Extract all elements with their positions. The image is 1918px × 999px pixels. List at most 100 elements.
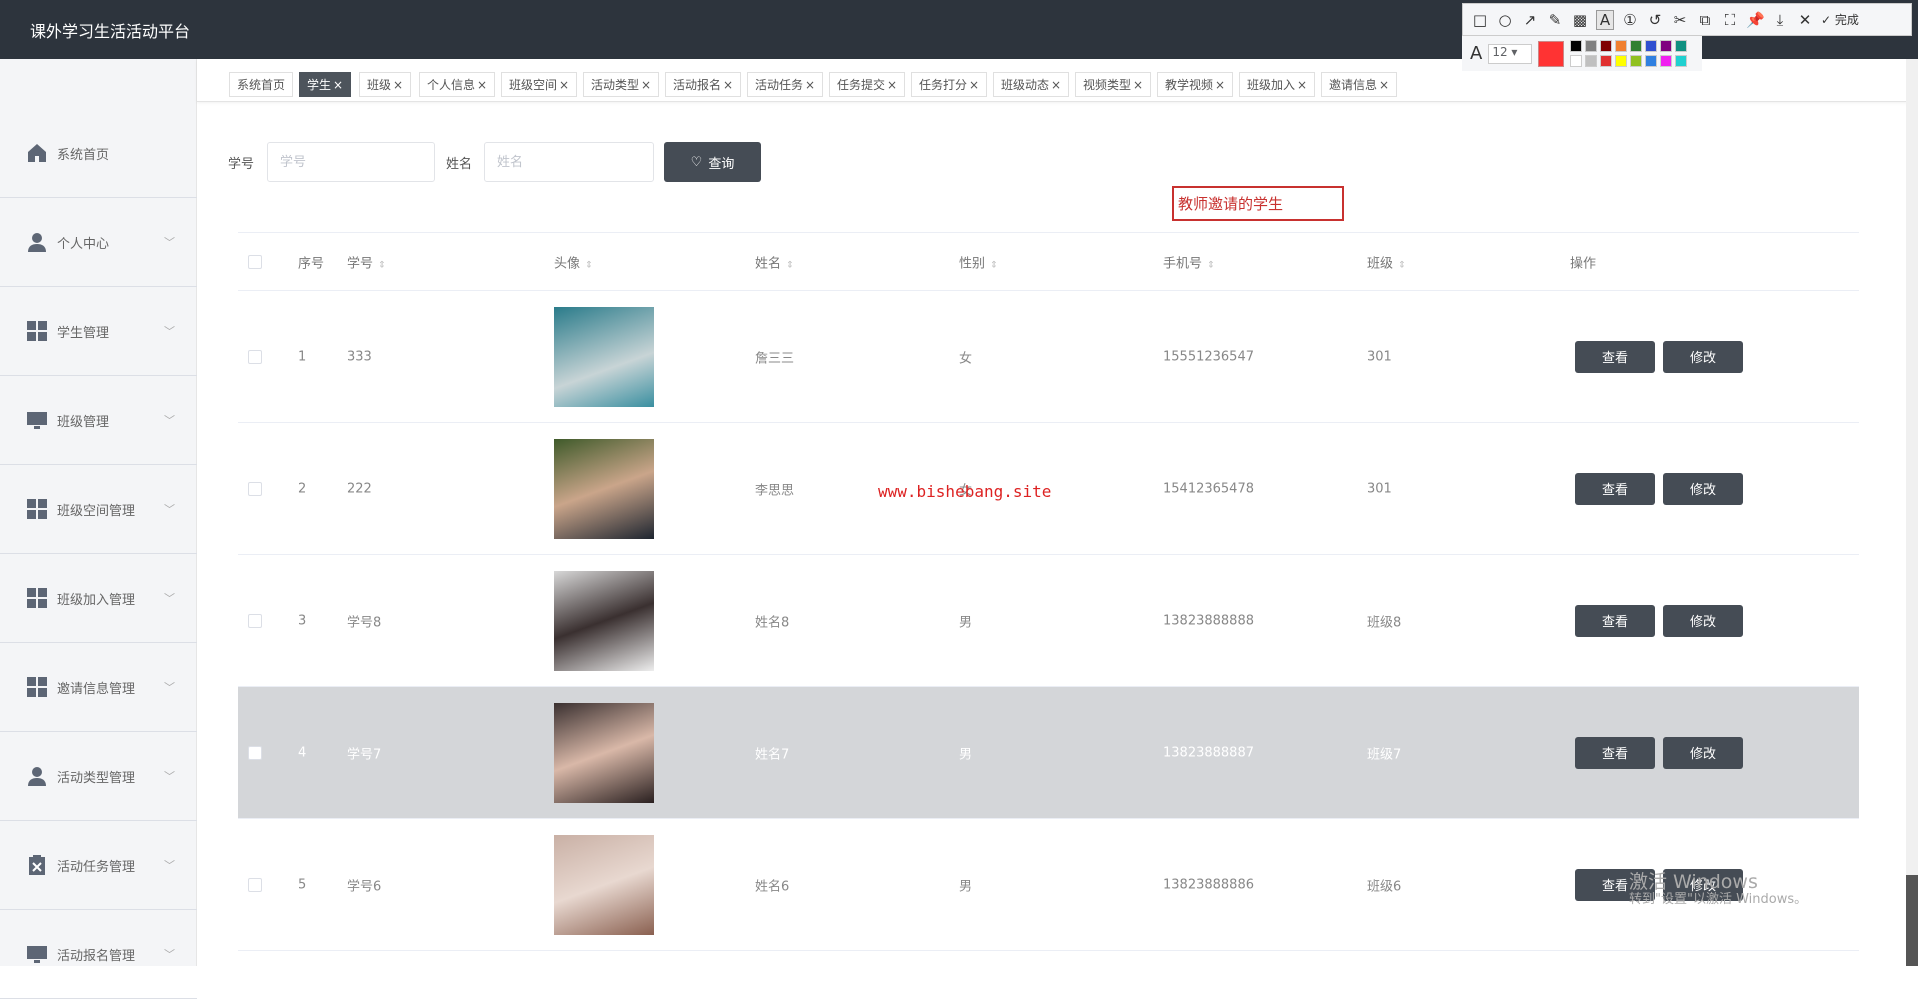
- row-checkbox[interactable]: [248, 613, 262, 628]
- edit-button[interactable]: 修改: [1663, 340, 1743, 373]
- sidebar-item[interactable]: 个人中心 ﹀: [0, 198, 197, 287]
- col-gender[interactable]: 性别 ⇕: [959, 252, 998, 271]
- color-swatch[interactable]: [1630, 55, 1643, 67]
- text-tool-icon[interactable]: A: [1596, 9, 1614, 30]
- name-input[interactable]: [484, 142, 654, 182]
- tab-item[interactable]: 学生 ×: [299, 72, 352, 97]
- tab-item[interactable]: 任务打分 ×: [911, 72, 988, 97]
- undo-icon[interactable]: ↺: [1646, 11, 1664, 29]
- table-row[interactable]: 3 学号8 姓名8 男 13823888888 班级8 查看 修改: [238, 555, 1859, 687]
- table-row[interactable]: 5 学号6 姓名6 男 13823888886 班级6 查看 修改: [238, 819, 1859, 951]
- view-button[interactable]: 查看: [1575, 472, 1655, 505]
- font-size-select[interactable]: 12 ▾: [1488, 43, 1533, 64]
- color-swatch[interactable]: [1585, 55, 1598, 67]
- color-swatch[interactable]: [1675, 55, 1688, 67]
- sidebar-item[interactable]: 学生管理 ﹀: [0, 287, 197, 376]
- close-icon[interactable]: ×: [1133, 78, 1143, 92]
- search-button[interactable]: ♡ 查询: [664, 142, 761, 182]
- color-swatch[interactable]: [1600, 55, 1613, 67]
- annotation-text-box[interactable]: 教师邀请的学生: [1172, 186, 1344, 221]
- color-swatch[interactable]: [1660, 40, 1673, 52]
- tab-item[interactable]: 教学视频 ×: [1157, 72, 1234, 97]
- current-color-swatch[interactable]: [1538, 40, 1565, 67]
- sidebar-item[interactable]: 系统首页: [0, 109, 197, 198]
- sidebar-item[interactable]: 班级加入管理 ﹀: [0, 554, 197, 643]
- close-icon[interactable]: ✕: [1796, 11, 1814, 29]
- tab-item[interactable]: 班级空间 ×: [501, 72, 578, 97]
- tab-item[interactable]: 视频类型 ×: [1075, 72, 1152, 97]
- col-name[interactable]: 姓名 ⇕: [755, 252, 794, 271]
- ocr-icon[interactable]: ⛶: [1721, 11, 1739, 29]
- tab-item[interactable]: 活动类型 ×: [583, 72, 660, 97]
- edit-button[interactable]: 修改: [1663, 472, 1743, 505]
- sidebar-item[interactable]: 活动任务管理 ﹀: [0, 821, 197, 910]
- rectangle-tool-icon[interactable]: □: [1471, 11, 1489, 29]
- color-swatch[interactable]: [1630, 40, 1643, 52]
- tab-item[interactable]: 个人信息 ×: [419, 72, 496, 97]
- sidebar-item[interactable]: 班级空间管理 ﹀: [0, 465, 197, 554]
- tab-item[interactable]: 系统首页: [229, 72, 294, 97]
- select-all-checkbox[interactable]: [248, 254, 262, 269]
- close-icon[interactable]: ×: [1215, 78, 1225, 92]
- sidebar-item[interactable]: 活动类型管理 ﹀: [0, 732, 197, 821]
- color-swatch[interactable]: [1645, 55, 1658, 67]
- col-phone[interactable]: 手机号 ⇕: [1163, 252, 1215, 271]
- row-checkbox[interactable]: [248, 349, 262, 364]
- sidebar-item[interactable]: 活动报名管理 ﹀: [0, 910, 197, 999]
- row-checkbox[interactable]: [248, 877, 262, 892]
- tab-item[interactable]: 邀请信息 ×: [1321, 72, 1398, 97]
- pin-icon[interactable]: 📌: [1746, 11, 1765, 29]
- close-icon[interactable]: ×: [641, 78, 651, 92]
- sidebar-item[interactable]: 班级管理 ﹀: [0, 376, 197, 465]
- number-tool-icon[interactable]: ①: [1621, 11, 1639, 29]
- table-row[interactable]: 4 学号7 姓名7 男 13823888887 班级7 查看 修改: [238, 687, 1859, 819]
- pencil-tool-icon[interactable]: ✎: [1546, 11, 1564, 29]
- view-button[interactable]: 查看: [1575, 604, 1655, 637]
- tab-item[interactable]: 班级动态 ×: [993, 72, 1070, 97]
- done-button[interactable]: ✓ 完成: [1821, 11, 1859, 28]
- color-swatch[interactable]: [1600, 40, 1613, 52]
- download-icon[interactable]: ⤓: [1771, 11, 1789, 29]
- tab-item[interactable]: 班级加入 ×: [1239, 72, 1316, 97]
- close-icon[interactable]: ×: [723, 78, 733, 92]
- color-swatch[interactable]: [1570, 55, 1583, 67]
- close-icon[interactable]: ×: [805, 78, 815, 92]
- close-icon[interactable]: ×: [559, 78, 569, 92]
- close-icon[interactable]: ×: [887, 78, 897, 92]
- close-icon[interactable]: ×: [393, 78, 403, 92]
- mosaic-tool-icon[interactable]: ▩: [1571, 11, 1589, 29]
- edit-button[interactable]: 修改: [1663, 736, 1743, 769]
- vertical-scrollbar[interactable]: [1906, 59, 1918, 966]
- row-checkbox[interactable]: [248, 745, 262, 760]
- tab-item[interactable]: 活动报名 ×: [665, 72, 742, 97]
- close-icon[interactable]: ×: [969, 78, 979, 92]
- color-swatch[interactable]: [1615, 55, 1628, 67]
- close-icon[interactable]: ×: [1051, 78, 1061, 92]
- student-id-input[interactable]: [267, 142, 435, 182]
- color-swatch[interactable]: [1645, 40, 1658, 52]
- col-id[interactable]: 学号 ⇕: [347, 252, 386, 271]
- scrollbar-thumb[interactable]: [1906, 875, 1918, 966]
- tab-item[interactable]: 活动任务 ×: [747, 72, 824, 97]
- close-icon[interactable]: ×: [477, 78, 487, 92]
- translate-icon[interactable]: ⧉: [1696, 11, 1714, 29]
- color-swatch[interactable]: [1660, 55, 1673, 67]
- close-icon[interactable]: ×: [1297, 78, 1307, 92]
- color-swatch[interactable]: [1615, 40, 1628, 52]
- view-button[interactable]: 查看: [1575, 340, 1655, 373]
- close-icon[interactable]: ×: [1379, 78, 1389, 92]
- tab-item[interactable]: 班级 ×: [359, 72, 412, 97]
- arrow-tool-icon[interactable]: ↗: [1521, 11, 1539, 29]
- col-avatar[interactable]: 头像 ⇕: [554, 252, 593, 271]
- cut-icon[interactable]: ✂: [1671, 11, 1689, 29]
- close-icon[interactable]: ×: [333, 78, 343, 92]
- row-checkbox[interactable]: [248, 481, 262, 496]
- tab-item[interactable]: 任务提交 ×: [829, 72, 906, 97]
- ellipse-tool-icon[interactable]: ○: [1496, 11, 1514, 29]
- color-swatch[interactable]: [1675, 40, 1688, 52]
- color-swatch[interactable]: [1570, 40, 1583, 52]
- sidebar-item[interactable]: 邀请信息管理 ﹀: [0, 643, 197, 732]
- edit-button[interactable]: 修改: [1663, 604, 1743, 637]
- color-swatch[interactable]: [1585, 40, 1598, 52]
- view-button[interactable]: 查看: [1575, 736, 1655, 769]
